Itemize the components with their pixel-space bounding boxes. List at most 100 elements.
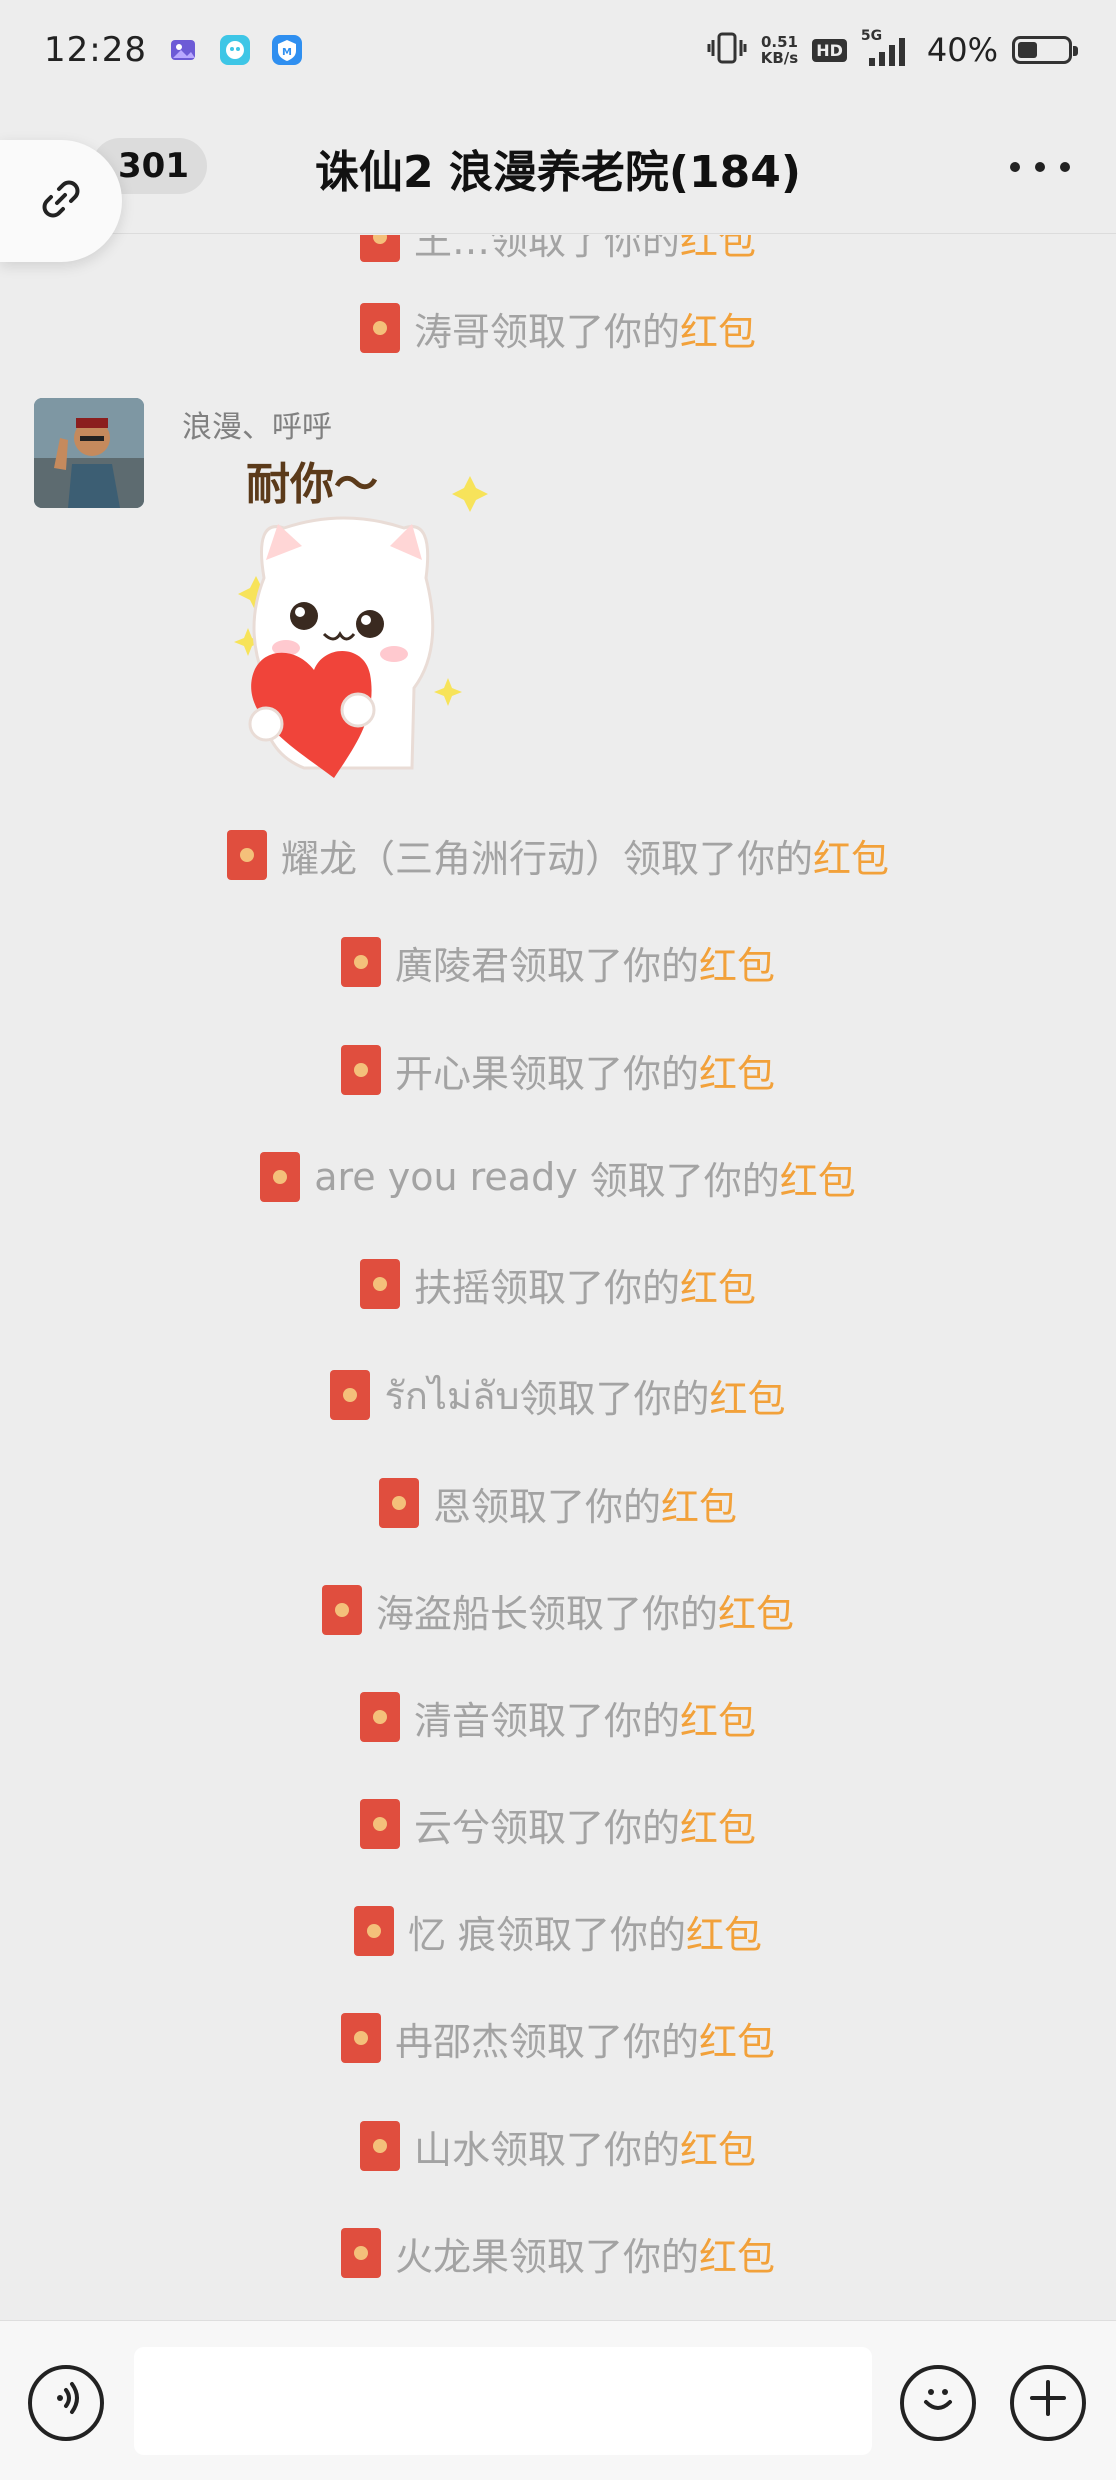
red-packet-link[interactable]: 红包	[680, 235, 756, 265]
page-title: 诛仙2 浪漫养老院(184)	[315, 147, 801, 198]
avatar[interactable]	[34, 398, 144, 508]
claim-text: 领取了你的	[508, 2234, 699, 2279]
claimer-name: 海盗船长	[375, 1591, 528, 1636]
red-packet-icon	[321, 1585, 362, 1635]
claimer-name: 耀龙（三角洲行动）	[280, 836, 623, 881]
red-packet-icon	[340, 2228, 381, 2278]
status-left: 12:28 M	[44, 30, 303, 70]
battery-percent: 40%	[926, 31, 998, 69]
signal-icon: 5G	[861, 28, 913, 68]
system-message: 忆 痕领取了你的 红包	[0, 1901, 1116, 1961]
red-packet-link[interactable]: 红包	[699, 2226, 775, 2281]
chat-app-icon	[219, 34, 251, 66]
red-packet-icon	[359, 1799, 400, 1849]
red-packet-icon	[226, 830, 267, 880]
system-message: 清音 领取了你的 红包	[0, 1687, 1116, 1747]
system-message: 冉邵杰 领取了你的 红包	[0, 2008, 1116, 2068]
shield-app-icon: M	[271, 34, 303, 66]
status-bar: 12:28 M 0.51 KB/s HD 5G 40%	[0, 0, 1116, 100]
system-message: 山水 领取了你的 红包	[0, 2116, 1116, 2176]
red-packet-icon	[359, 235, 400, 262]
red-packet-link[interactable]: 红包	[680, 1257, 756, 1312]
chat-area[interactable]: 王…领取了你的 红包 涛哥 领取了你的 红包 浪漫、呼呼 耐你～ 耀龙（三角洲行…	[0, 235, 1116, 2320]
red-packet-link[interactable]: 红包	[699, 1043, 775, 1098]
claimer-name: 忆 痕	[407, 1912, 497, 1957]
claimer-name: 山水	[413, 2127, 490, 2172]
status-time: 12:28	[44, 30, 147, 70]
red-packet-link[interactable]: 红包	[710, 1368, 786, 1423]
emoji-icon	[914, 2374, 962, 2433]
red-packet-icon	[340, 1045, 381, 1095]
red-packet-icon	[340, 937, 381, 987]
voice-icon	[46, 2378, 86, 2429]
claim-text: 领取了你的	[489, 1265, 680, 1310]
claimer-name: 清音	[413, 1698, 490, 1743]
claimer-name: are you ready	[314, 1155, 590, 1199]
red-packet-link[interactable]: 红包	[661, 1476, 737, 1531]
message-input[interactable]	[134, 2347, 872, 2455]
system-message: are you ready 领取了你的 红包	[0, 1147, 1116, 1207]
more-icon[interactable]	[1010, 152, 1070, 182]
claim-text: 领取了你的	[508, 2019, 699, 2064]
link-icon	[37, 175, 85, 227]
red-packet-icon	[359, 2121, 400, 2171]
red-packet-icon	[359, 303, 400, 353]
battery-icon	[1012, 36, 1078, 64]
voice-button[interactable]	[28, 2365, 104, 2441]
system-message: 耀龙（三角洲行动） 领取了你的 红包	[0, 825, 1116, 885]
claim-text: 领取了你的	[508, 1051, 699, 1096]
system-message: 云兮 领取了你的 红包	[0, 1794, 1116, 1854]
red-packet-icon	[378, 1478, 419, 1528]
system-message: 王…领取了你的 红包	[0, 235, 1116, 267]
red-packet-icon	[330, 1370, 371, 1420]
claimer-name: 冉邵杰	[394, 2019, 509, 2064]
red-packet-link[interactable]: 红包	[718, 1583, 794, 1638]
red-packet-link[interactable]: 红包	[699, 935, 775, 990]
red-packet-link[interactable]: 红包	[680, 301, 756, 356]
input-bar	[0, 2320, 1116, 2480]
system-message: 廣陵君 领取了你的 红包	[0, 932, 1116, 992]
red-packet-link[interactable]: 红包	[813, 828, 889, 883]
red-packet-link[interactable]: 红包	[680, 1797, 756, 1852]
hd-badge: HD	[812, 38, 847, 62]
system-message: 海盗船长 领取了你的 红包	[0, 1580, 1116, 1640]
vibrate-icon	[707, 28, 747, 72]
system-message: 扶摇 领取了你的 红包	[0, 1254, 1116, 1314]
gallery-app-icon	[167, 34, 199, 66]
system-message: 涛哥 领取了你的 红包	[0, 298, 1116, 358]
plus-button[interactable]	[1010, 2365, 1086, 2441]
system-message: 恩领取了你的 红包	[0, 1473, 1116, 1533]
status-right: 0.51 KB/s HD 5G 40%	[707, 28, 1078, 72]
chat-header: 301 诛仙2 浪漫养老院(184)	[0, 100, 1116, 262]
network-speed: 0.51 KB/s	[761, 34, 798, 66]
claim-text: 领取了你的	[489, 309, 680, 354]
claim-text: 领取了你的	[496, 1912, 687, 1957]
claimer-name: รักไม่ลับ	[384, 1373, 520, 1418]
system-message: รักไม่ลับ 领取了你的 红包	[0, 1365, 1116, 1425]
red-packet-link[interactable]: 红包	[780, 1150, 856, 1205]
claim-text: 领取了你的	[622, 836, 813, 881]
link-float-button[interactable]	[0, 140, 122, 262]
red-packet-link[interactable]: 红包	[686, 1904, 762, 1959]
claim-text: 领取了你的	[470, 1484, 661, 1529]
claimer-name: 开心果	[394, 1051, 509, 1096]
sticker-image[interactable]: 耐你～	[194, 448, 494, 798]
battery-fill	[1018, 42, 1037, 58]
claimer-name: 廣陵君	[394, 943, 509, 988]
claim-text: 领取了你的	[489, 2127, 680, 2172]
red-packet-icon	[260, 1152, 301, 1202]
claimer-text: 王…领取了你的	[413, 235, 680, 263]
claim-text: 领取了你的	[519, 1376, 710, 1421]
claim-text: 领取了你的	[527, 1591, 718, 1636]
red-packet-link[interactable]: 红包	[680, 2119, 756, 2174]
system-message: 火龙果 领取了你的 红包	[0, 2223, 1116, 2283]
system-message: 开心果 领取了你的 红包	[0, 1040, 1116, 1100]
claimer-name: 火龙果	[394, 2234, 509, 2279]
claim-text: 领取了你的	[589, 1158, 780, 1203]
red-packet-link[interactable]: 红包	[680, 1690, 756, 1745]
red-packet-icon	[353, 1906, 394, 1956]
red-packet-icon	[359, 1692, 400, 1742]
red-packet-link[interactable]: 红包	[699, 2011, 775, 2066]
claimer-name: 涛哥	[413, 309, 490, 354]
emoji-button[interactable]	[900, 2365, 976, 2441]
